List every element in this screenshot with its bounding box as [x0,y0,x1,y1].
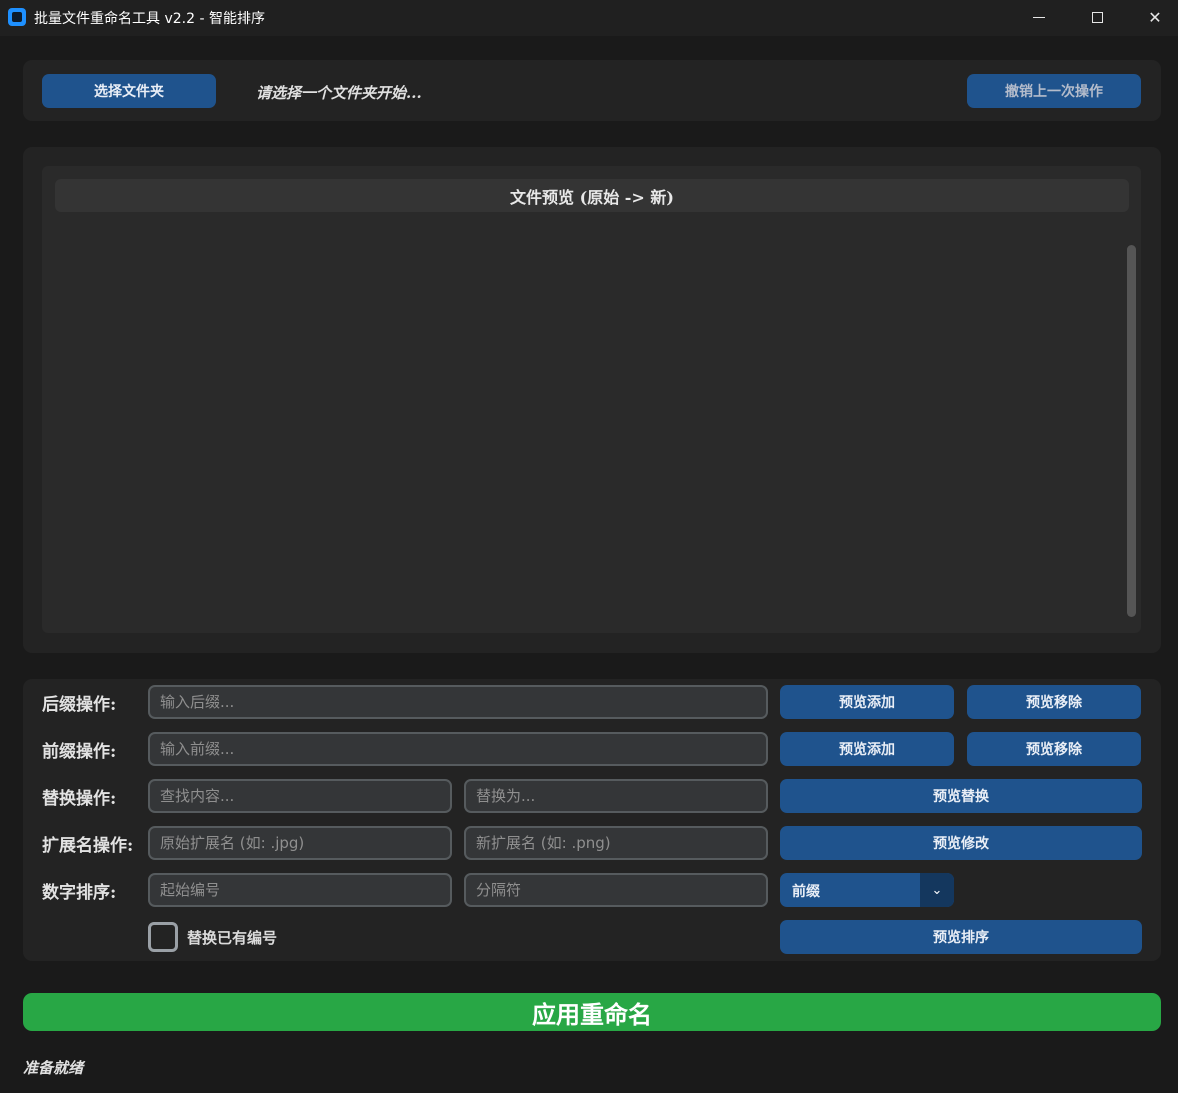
extension-preview-button[interactable]: 预览修改 [780,826,1142,860]
minimize-icon [1033,16,1045,18]
suffix-remove-button[interactable]: 预览移除 [967,685,1141,719]
maximize-icon [1091,11,1103,23]
start-number-input[interactable] [148,873,452,907]
replace-preview-button[interactable]: 预览替换 [780,779,1142,813]
new-extension-input[interactable] [464,826,768,860]
suffix-add-button[interactable]: 预览添加 [780,685,954,719]
preview-list[interactable] [42,166,1141,633]
numbering-preview-button[interactable]: 预览排序 [780,920,1142,954]
find-input[interactable] [148,779,452,813]
apply-rename-button[interactable]: 应用重命名 [23,993,1161,1031]
maximize-button[interactable] [1068,0,1126,34]
prefix-add-button[interactable]: 预览添加 [780,732,954,766]
old-extension-input[interactable] [148,826,452,860]
close-button[interactable]: ✕ [1126,0,1178,34]
suffix-input[interactable] [148,685,768,719]
app-icon [8,8,26,26]
preview-header: 文件预览 (原始 -> 新) [55,179,1129,212]
numbering-label: 数字排序: [42,883,117,903]
replace-existing-checkbox[interactable] [148,922,178,952]
replace-existing-label[interactable]: 替换已有编号 [187,927,277,948]
preview-scrollbar[interactable] [1127,245,1136,617]
extension-label: 扩展名操作: [42,836,134,856]
separator-input[interactable] [464,873,768,907]
window-title: 批量文件重命名工具 v2.2 - 智能排序 [34,11,265,27]
select-folder-button[interactable]: 选择文件夹 [42,74,216,108]
undo-button[interactable]: 撤销上一次操作 [967,74,1141,108]
chevron-down-icon[interactable]: ⌄ [920,873,954,907]
dropdown-selected-value: 前缀 [792,884,820,900]
operations-panel [23,679,1161,961]
suffix-label: 后缀操作: [42,695,117,715]
prefix-label: 前缀操作: [42,742,117,762]
replace-label: 替换操作: [42,789,117,809]
status-label: 准备就绪 [23,1059,84,1077]
close-icon: ✕ [1148,7,1162,27]
folder-status-label: 请选择一个文件夹开始... [256,84,422,102]
prefix-input[interactable] [148,732,768,766]
number-position-dropdown[interactable]: 前缀 ⌄ [780,873,954,907]
minimize-button[interactable] [1010,0,1068,34]
replace-with-input[interactable] [464,779,768,813]
prefix-remove-button[interactable]: 预览移除 [967,732,1141,766]
